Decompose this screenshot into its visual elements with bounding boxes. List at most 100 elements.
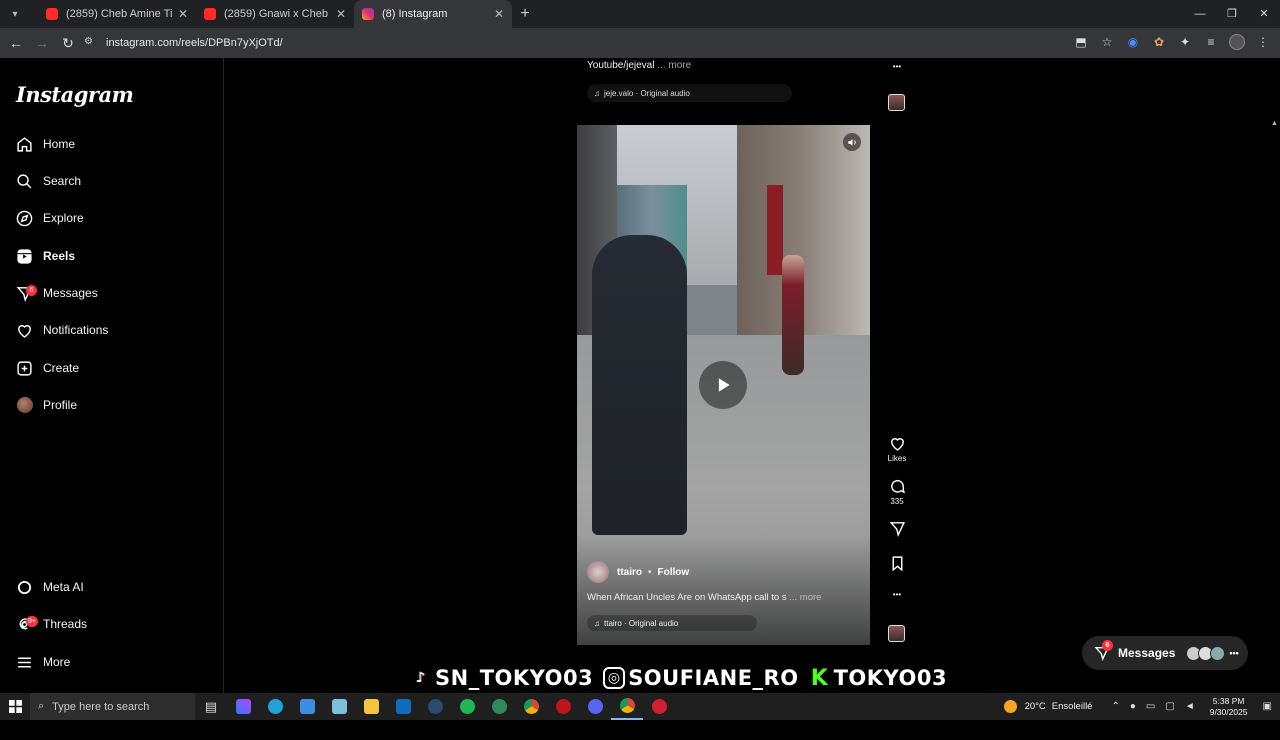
profile-avatar[interactable] xyxy=(1226,31,1248,53)
network-icon[interactable]: ▭ xyxy=(1146,701,1155,712)
weather-sun-icon[interactable] xyxy=(1003,700,1017,713)
more-options-icon[interactable]: ••• xyxy=(887,62,907,71)
discord-icon[interactable] xyxy=(579,693,611,720)
more-link[interactable]: ... more xyxy=(789,592,821,603)
address-bar[interactable]: ⚙ instagram.com/reels/DPBn7yXjOTd/ xyxy=(80,31,1120,55)
volume-icon[interactable] xyxy=(843,133,861,151)
watermark-instagram: ◎ SOUFIANE_RO xyxy=(603,666,798,690)
sidebar-item-explore[interactable]: Explore xyxy=(16,204,84,232)
url-text[interactable]: instagram.com/reels/DPBn7yXjOTd/ xyxy=(106,37,283,49)
notification-center-icon[interactable]: ▣ xyxy=(1263,701,1272,712)
app-icon[interactable] xyxy=(483,693,515,720)
sidebar-item-messages[interactable]: 6 Messages xyxy=(16,279,98,307)
plus-square-icon xyxy=(16,360,33,377)
edge-icon[interactable] xyxy=(259,693,291,720)
tab-close-icon[interactable]: ✕ xyxy=(494,7,504,21)
clock[interactable]: 5:38 PM 9/30/2025 xyxy=(1210,696,1248,718)
scroll-up-icon[interactable]: ▲ xyxy=(1271,120,1278,130)
steam-icon[interactable] xyxy=(419,693,451,720)
sidebar-item-notifications[interactable]: Notifications xyxy=(16,316,108,344)
reel-caption[interactable]: When African Uncles Are on WhatsApp call… xyxy=(587,592,821,603)
chrome-icon[interactable] xyxy=(515,693,547,720)
follow-button[interactable]: Follow xyxy=(658,567,690,578)
reload-icon[interactable]: ↻ xyxy=(56,31,80,55)
avatar[interactable] xyxy=(587,561,609,583)
audio-chip[interactable]: ♫ ttairo · Original audio xyxy=(587,615,757,631)
sidebar-item-label: Notifications xyxy=(43,323,109,337)
sidebar-item-search[interactable]: Search xyxy=(16,167,81,195)
extension-icon[interactable]: ◉ xyxy=(1122,31,1144,53)
forward-arrow-icon[interactable]: → xyxy=(30,31,54,55)
more-link[interactable]: ... more xyxy=(657,60,691,71)
browser-menu-icon[interactable]: ⋮ xyxy=(1252,31,1274,53)
tab-title: (2859) Cheb Amine Tiger 2024 | xyxy=(66,8,172,20)
tab-close-icon[interactable]: ✕ xyxy=(336,7,346,21)
extension-icon[interactable]: ✿ xyxy=(1148,31,1170,53)
sidebar-item-profile[interactable]: Profile xyxy=(16,391,77,419)
media-control-icon[interactable]: ≡ xyxy=(1200,31,1222,53)
chrome-icon[interactable] xyxy=(611,693,643,720)
sidebar-item-reels[interactable]: Reels xyxy=(16,242,75,270)
install-app-icon[interactable]: ⬒ xyxy=(1070,31,1092,53)
sidebar-item-home[interactable]: Home xyxy=(16,130,75,158)
app-icon[interactable] xyxy=(547,693,579,720)
audio-thumbnail[interactable] xyxy=(888,625,905,642)
taskbar-search[interactable]: ⌕ Type here to search xyxy=(30,693,195,720)
audio-thumbnail[interactable] xyxy=(888,94,905,111)
copilot-icon[interactable] xyxy=(227,693,259,720)
tray-chevron-icon[interactable]: ⌃ xyxy=(1111,701,1119,712)
sidebar-item-label: More xyxy=(43,655,71,669)
weather-desc[interactable]: Ensoleillé xyxy=(1052,701,1093,712)
scrollbar[interactable]: ▲ xyxy=(1270,120,1278,740)
new-tab-button[interactable]: + xyxy=(512,1,538,27)
outlook-icon[interactable] xyxy=(387,693,419,720)
reel-video[interactable]: ttairo • Follow When African Uncles Are … xyxy=(577,125,870,645)
tab-instagram[interactable]: (8) Instagram ✕ xyxy=(354,0,512,28)
minimize-icon[interactable]: — xyxy=(1184,0,1216,28)
save-button[interactable] xyxy=(887,555,907,574)
weather-temp[interactable]: 20°C xyxy=(1025,701,1046,712)
sidebar-item-threads[interactable]: 9+ Threads xyxy=(16,610,87,638)
app-icon[interactable] xyxy=(323,693,355,720)
reel-caption[interactable]: Youtube/jejeval ... more xyxy=(587,60,691,71)
site-info-icon[interactable]: ⚙ xyxy=(84,36,98,50)
extensions-puzzle-icon[interactable]: ✦ xyxy=(1174,31,1196,53)
sidebar-item-more[interactable]: More xyxy=(16,648,70,676)
watermark-text: TOKYO03 xyxy=(833,666,948,690)
meta-ai-icon xyxy=(16,579,33,596)
watermark-kick: K TOKYO03 xyxy=(809,666,948,691)
store-icon[interactable] xyxy=(291,693,323,720)
share-button[interactable] xyxy=(887,520,907,539)
sidebar-item-label: Reels xyxy=(43,249,76,263)
toolbar-actions: ⬒ ☆ ◉ ✿ ✦ ≡ ⋮ xyxy=(1070,31,1274,53)
tab-close-icon[interactable]: ✕ xyxy=(178,7,188,21)
like-button[interactable]: Likes xyxy=(887,435,907,463)
tab-youtube-2[interactable]: (2859) Gnawi x Cheb Akil - Hon ✕ xyxy=(196,0,354,28)
watermark-tiktok: ♪ SN_TOKYO03 xyxy=(410,666,593,690)
restore-icon[interactable]: ❐ xyxy=(1216,0,1248,28)
spotify-icon[interactable] xyxy=(451,693,483,720)
back-arrow-icon[interactable]: ← xyxy=(4,31,28,55)
youtube-icon xyxy=(46,8,58,20)
play-icon[interactable] xyxy=(699,361,747,409)
more-options-icon[interactable]: ••• xyxy=(887,590,907,599)
close-window-icon[interactable]: ✕ xyxy=(1248,0,1280,28)
tab-youtube-1[interactable]: (2859) Cheb Amine Tiger 2024 | ✕ xyxy=(38,0,196,28)
sidebar-item-create[interactable]: Create xyxy=(16,354,79,382)
display-icon[interactable]: ▢ xyxy=(1165,701,1174,712)
comment-button[interactable]: 335 xyxy=(887,478,907,506)
microphone-icon[interactable]: ● xyxy=(1130,701,1136,712)
audio-chip[interactable]: ♫ jeje.valo · Original audio xyxy=(587,84,792,102)
sidebar-item-meta-ai[interactable]: Meta AI xyxy=(16,573,84,601)
bookmark-star-icon[interactable]: ☆ xyxy=(1096,31,1118,53)
username[interactable]: ttairo xyxy=(617,567,642,578)
comment-icon xyxy=(890,479,905,494)
task-view-icon[interactable]: ▤ xyxy=(195,693,227,720)
app-icon[interactable] xyxy=(643,693,675,720)
instagram-logo[interactable]: Instagram xyxy=(16,82,134,107)
file-explorer-icon[interactable] xyxy=(355,693,387,720)
volume-icon[interactable]: ◄ xyxy=(1185,701,1195,712)
messages-button[interactable]: 6 Messages ••• xyxy=(1082,636,1248,670)
windows-start-icon[interactable] xyxy=(0,693,30,720)
tab-search-chevron-icon[interactable]: ▾ xyxy=(4,3,26,25)
